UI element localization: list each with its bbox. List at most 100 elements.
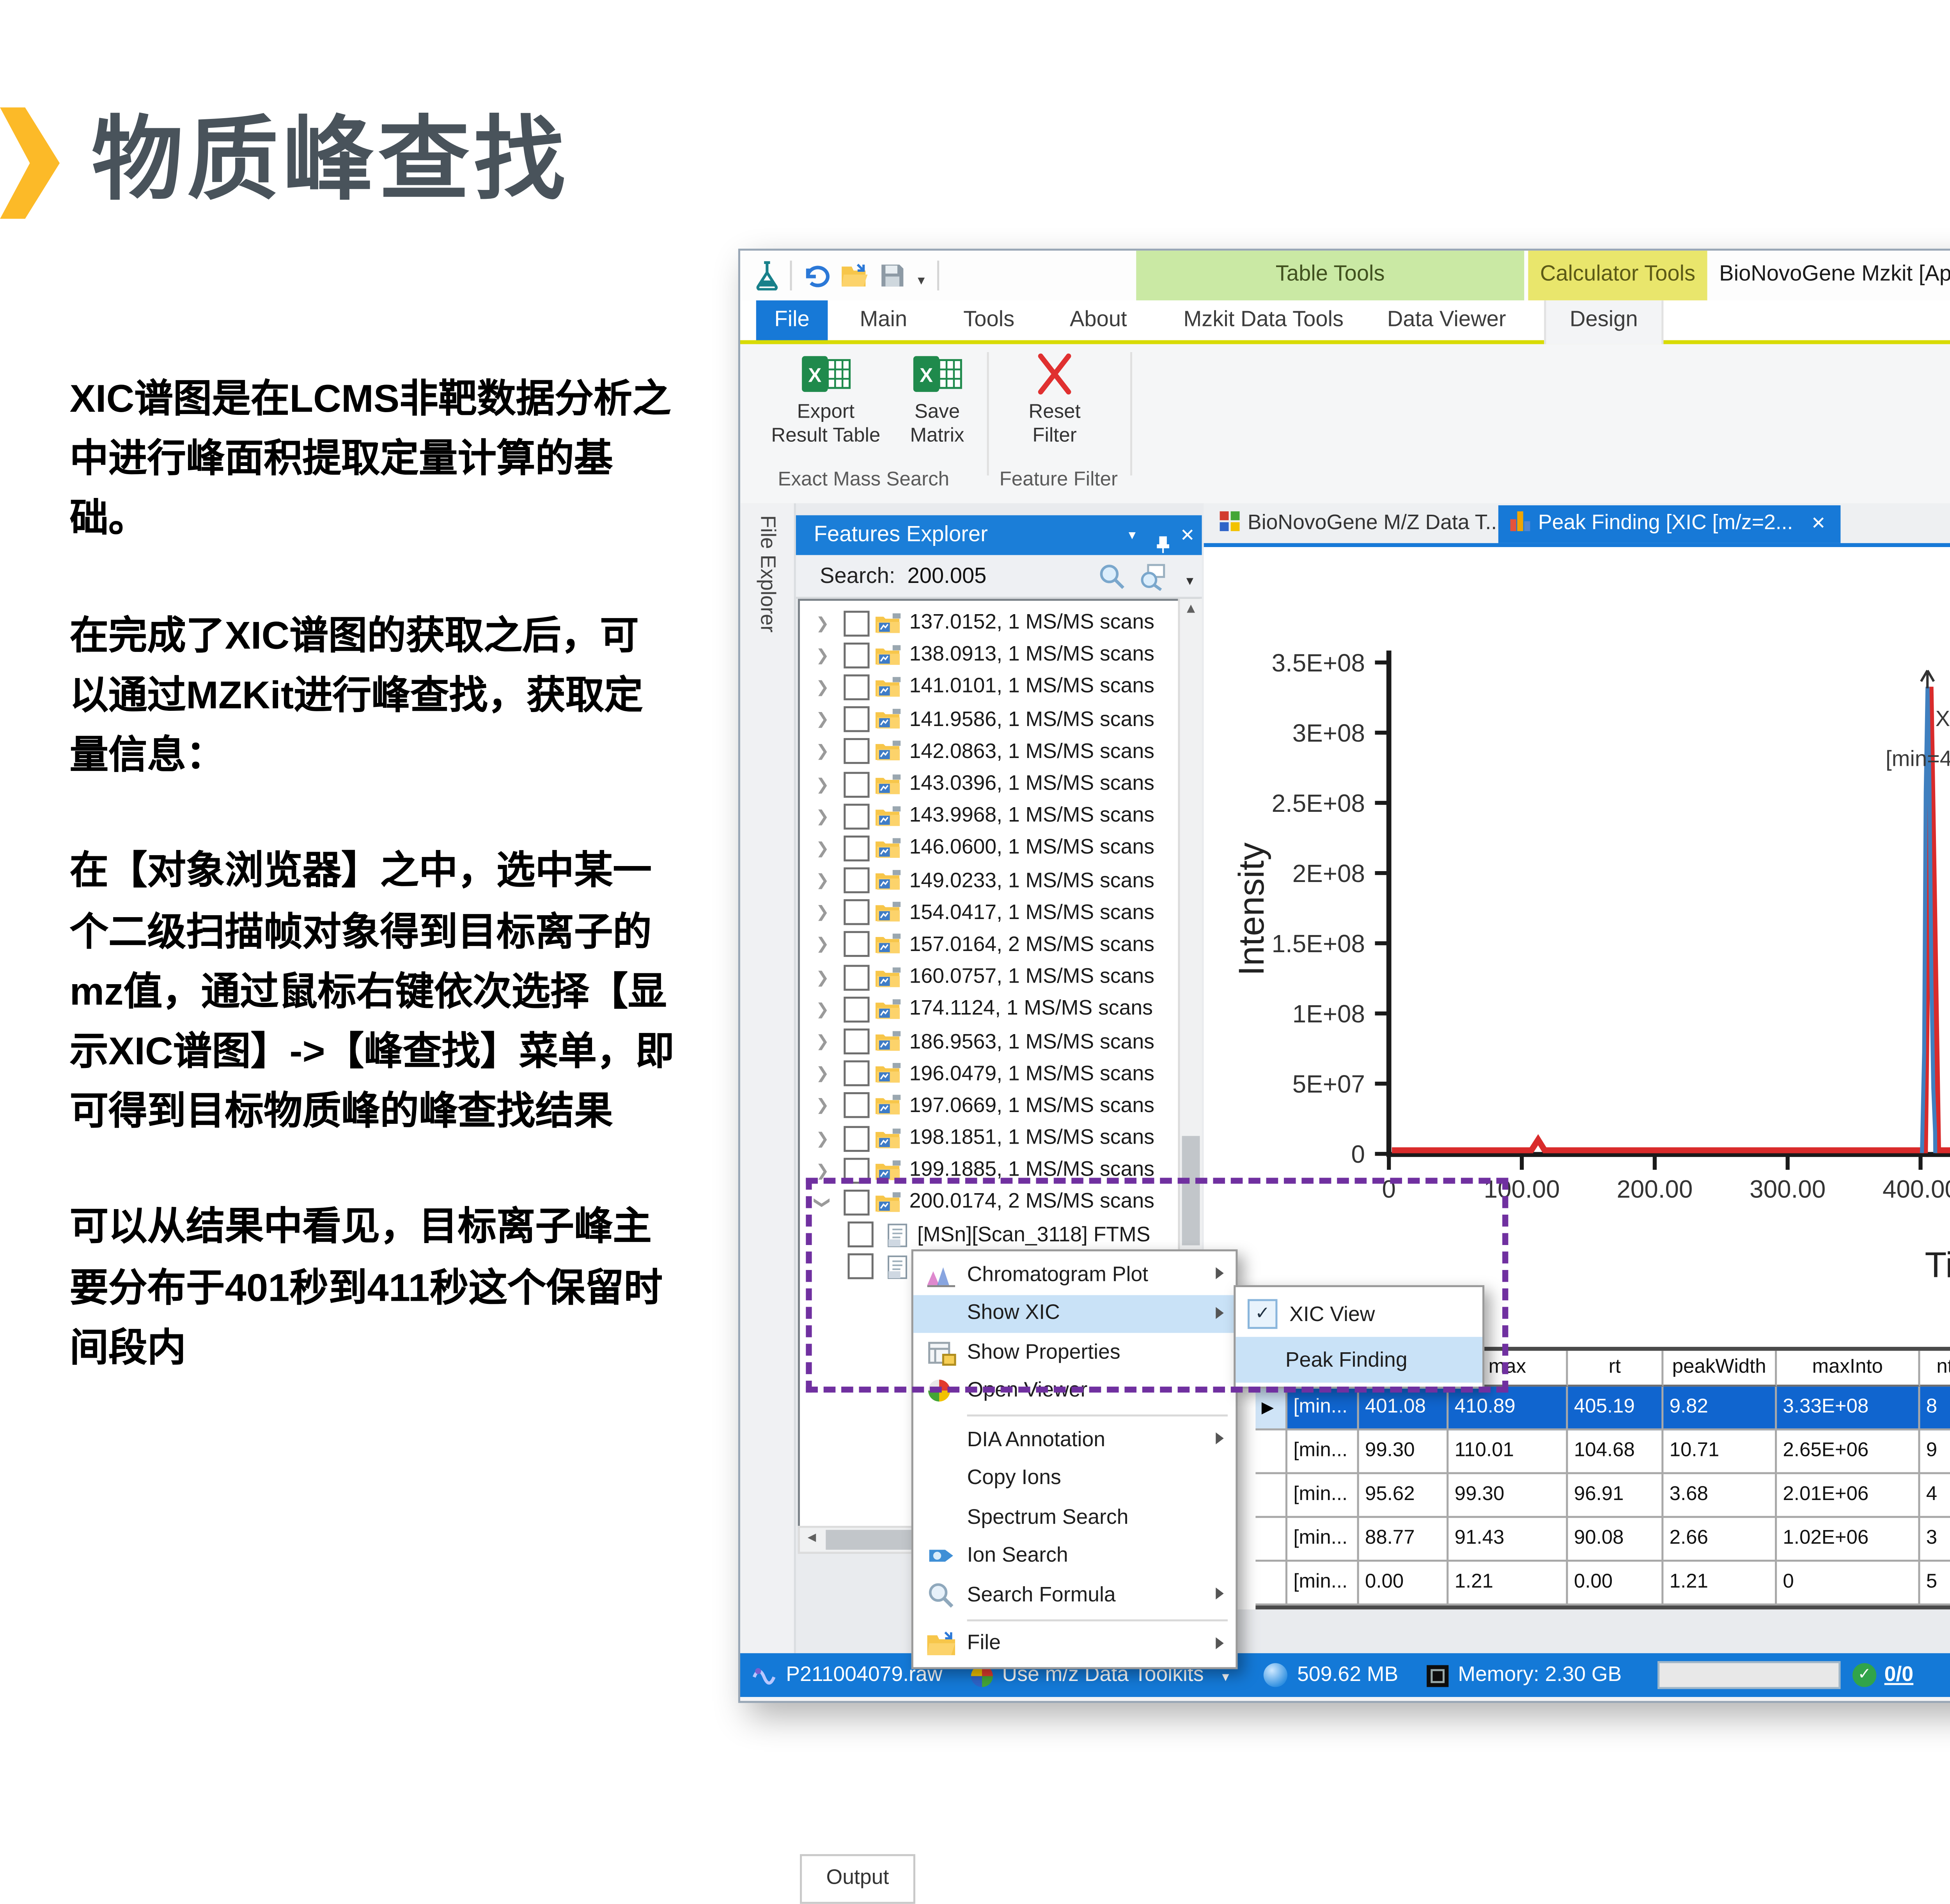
table-row[interactable]: [min... 401.08 410.89 405.19 9.82 3.33E+… <box>1255 1387 1950 1430</box>
tab-data-viewer[interactable]: Data Viewer <box>1373 300 1520 344</box>
checkbox[interactable] <box>844 868 869 893</box>
search-icon[interactable] <box>1098 563 1126 591</box>
tab-file[interactable]: File <box>756 300 828 344</box>
checkbox[interactable] <box>844 900 869 926</box>
search-options-icon[interactable] <box>1138 563 1166 591</box>
table-row[interactable]: [min... 0.00 1.21 0.00 1.21 0 5 0 0.000 … <box>1255 1562 1950 1605</box>
expand-chevron-icon[interactable] <box>816 614 836 632</box>
file-explorer-side-tab[interactable]: File Explorer <box>740 503 796 1653</box>
tree-item[interactable]: 196.0479, 1 MS/MS scans <box>800 1057 1198 1090</box>
checkbox[interactable] <box>844 932 869 958</box>
expand-chevron-icon[interactable] <box>816 1161 836 1179</box>
tree-item[interactable]: 160.0757, 1 MS/MS scans <box>800 961 1198 994</box>
tab-about[interactable]: About <box>1055 300 1142 344</box>
checkbox[interactable] <box>844 1029 869 1054</box>
row-stub[interactable] <box>1255 1387 1287 1430</box>
panel-dropdown-icon[interactable] <box>1126 515 1138 555</box>
search-input[interactable]: 200.005 <box>908 555 987 599</box>
checkbox[interactable] <box>844 996 869 1022</box>
menu-item-search-formula[interactable]: Search Formula <box>913 1576 1236 1614</box>
checkbox[interactable] <box>844 1061 869 1087</box>
expand-chevron-icon[interactable] <box>816 936 836 954</box>
tree-item[interactable]: 138.0913, 1 MS/MS scans <box>800 639 1198 671</box>
expand-chevron-icon[interactable] <box>816 710 836 728</box>
save-matrix-button[interactable]: X Save Matrix <box>892 352 983 448</box>
table-row[interactable]: [min... 95.62 99.30 96.91 3.68 2.01E+06 … <box>1255 1474 1950 1518</box>
doc-tab-close-icon[interactable] <box>1811 505 1826 543</box>
expand-chevron-icon[interactable] <box>816 1033 836 1050</box>
tree-item[interactable]: 141.9586, 1 MS/MS scans <box>800 703 1198 736</box>
checkbox[interactable] <box>844 642 869 668</box>
export-result-table-button[interactable]: X Export Result Table <box>768 352 883 448</box>
table-row[interactable]: [min... 99.30 110.01 104.68 10.71 2.65E+… <box>1255 1430 1950 1474</box>
tree-item[interactable]: 142.0863, 1 MS/MS scans <box>800 735 1198 768</box>
tree-item[interactable]: 186.9563, 1 MS/MS scans <box>800 1026 1198 1058</box>
scroll-up-icon[interactable] <box>1180 599 1202 623</box>
checkbox[interactable] <box>844 835 869 861</box>
tab-tools[interactable]: Tools <box>947 300 1031 344</box>
row-stub[interactable] <box>1255 1430 1287 1474</box>
expand-chevron-icon[interactable] <box>816 743 836 761</box>
tree-item[interactable]: 143.9968, 1 MS/MS scans <box>800 800 1198 832</box>
menu-item-spectrum-search[interactable]: Spectrum Search <box>913 1498 1236 1537</box>
features-explorer-titlebar[interactable]: Features Explorer <box>796 515 1202 555</box>
tree-item[interactable]: 154.0417, 1 MS/MS scans <box>800 896 1198 929</box>
tree-item[interactable]: 198.1851, 1 MS/MS scans <box>800 1122 1198 1155</box>
doc-tab-mz-data[interactable]: BioNovoGene M/Z Data T... <box>1208 505 1503 543</box>
column-header[interactable]: nticks <box>1920 1351 1950 1387</box>
save-icon[interactable] <box>879 262 905 288</box>
panel-close-icon[interactable] <box>1180 515 1195 555</box>
tree-item[interactable]: 197.0669, 1 MS/MS scans <box>800 1090 1198 1122</box>
tree-item[interactable]: 137.0152, 1 MS/MS scans <box>800 607 1198 639</box>
contextual-tab-calculator-tools[interactable]: Calculator Tools <box>1528 251 1707 301</box>
tab-mzkit-data-tools[interactable]: Mzkit Data Tools <box>1170 300 1357 344</box>
checkbox[interactable] <box>844 707 869 732</box>
expand-chevron-icon[interactable] <box>816 678 836 696</box>
output-tab[interactable]: Output <box>800 1854 915 1904</box>
contextual-tab-table-tools[interactable]: Table Tools <box>1136 251 1524 301</box>
checkbox[interactable] <box>844 1093 869 1119</box>
status-task-counter[interactable]: 0/0 <box>1884 1663 1914 1687</box>
expand-chevron-icon[interactable] <box>816 1129 836 1147</box>
row-stub[interactable] <box>1255 1562 1287 1605</box>
expand-chevron-icon[interactable] <box>816 968 836 986</box>
checkbox[interactable] <box>844 674 869 700</box>
menu-item-ion-search[interactable]: Ion Search <box>913 1537 1236 1575</box>
checkbox[interactable] <box>844 771 869 797</box>
checkbox[interactable] <box>844 610 869 636</box>
row-stub[interactable] <box>1255 1474 1287 1518</box>
expand-chevron-icon[interactable] <box>816 646 836 664</box>
row-stub[interactable] <box>1255 1518 1287 1562</box>
tree-item[interactable]: 141.0101, 1 MS/MS scans <box>800 671 1198 703</box>
expand-chevron-icon[interactable] <box>816 1097 836 1115</box>
reset-filter-button[interactable]: Reset Filter <box>1003 352 1106 448</box>
open-folder-icon[interactable] <box>840 262 870 288</box>
menu-item-copy-ions[interactable]: Copy Ions <box>913 1459 1236 1498</box>
expand-chevron-icon[interactable] <box>816 871 836 889</box>
table-row[interactable]: [min... 88.77 91.43 90.08 2.66 1.02E+06 … <box>1255 1518 1950 1562</box>
qat-dropdown-icon[interactable] <box>915 258 927 294</box>
tree-item[interactable]: 149.0233, 1 MS/MS scans <box>800 864 1198 897</box>
column-header[interactable]: maxInto <box>1777 1351 1920 1387</box>
checkbox[interactable] <box>844 803 869 829</box>
tree-item[interactable]: 174.1124, 1 MS/MS scans <box>800 993 1198 1026</box>
expand-chevron-icon[interactable] <box>816 840 836 857</box>
tree-item[interactable]: 143.0396, 1 MS/MS scans <box>800 768 1198 800</box>
checkbox[interactable] <box>844 964 869 990</box>
tree-item[interactable]: 146.0600, 1 MS/MS scans <box>800 832 1198 864</box>
checkbox[interactable] <box>844 739 869 765</box>
undo-icon[interactable] <box>802 262 830 289</box>
expand-chevron-icon[interactable] <box>816 1001 836 1018</box>
column-header[interactable]: rt <box>1568 1351 1663 1387</box>
search-splitter-icon[interactable] <box>1184 557 1196 605</box>
scroll-left-icon[interactable] <box>800 1528 824 1552</box>
checkbox[interactable] <box>844 1125 869 1151</box>
expand-chevron-icon[interactable] <box>816 1065 836 1083</box>
tab-design[interactable]: Design <box>1544 300 1663 344</box>
tree-item[interactable]: 157.0164, 2 MS/MS scans <box>800 929 1198 961</box>
menu-item-dia-annotation[interactable]: DIA Annotation <box>913 1420 1236 1459</box>
expand-chevron-icon[interactable] <box>816 807 836 825</box>
tab-main[interactable]: Main <box>844 300 923 344</box>
expand-chevron-icon[interactable] <box>816 775 836 793</box>
menu-item-file[interactable]: File <box>913 1624 1236 1663</box>
